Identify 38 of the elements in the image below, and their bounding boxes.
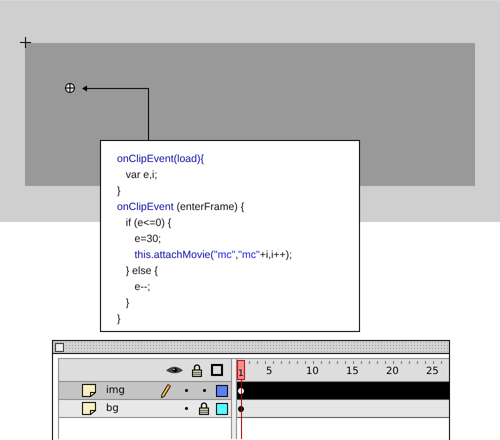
layer-name: img [106,385,126,396]
lock-dot[interactable] [202,389,206,392]
frame-number: 5 [266,366,272,378]
frame-number: 15 [346,366,359,378]
playhead-line [241,380,242,439]
code-line: onClipEvent(load){ [117,152,204,167]
code-line: e--; [134,280,150,295]
code-line: e=30; [134,232,162,247]
frame-number: 20 [386,366,399,378]
lock-icon[interactable] [199,402,209,415]
layer-icon [82,402,96,415]
frame-number: 25 [426,366,439,378]
layer-row[interactable]: img [59,382,231,400]
code-line: onClipEvent (enterFrame) { [117,200,244,215]
layer-icon [82,384,96,397]
code-line: } [117,312,121,327]
code-line: this.attachMovie("mc","mc"+i,i++); [134,248,292,263]
outline-swatch[interactable] [216,402,228,414]
outline-icon[interactable] [211,364,223,376]
frame-ruler[interactable]: 1 5 10 15 20 25 [237,359,449,382]
lock-icon[interactable] [192,364,202,376]
frame-row[interactable] [237,400,449,418]
code-line: } [124,296,130,311]
visibility-dot[interactable] [184,389,188,392]
layer-name: bg [106,403,120,414]
code-line: } else { [124,264,158,279]
crosshair-icon [20,37,31,48]
code-line: if (e<=0) { [124,216,172,231]
frame-number: 10 [306,366,319,378]
eye-icon[interactable] [166,366,183,374]
code-line: } [117,184,121,199]
layer-row[interactable]: bg [59,400,231,418]
code-line: var e,i; [124,168,158,183]
current-frame-marker: 1 [237,360,245,380]
pencil-icon [161,384,171,398]
close-box[interactable] [55,343,64,352]
outline-swatch[interactable] [216,384,228,396]
visibility-dot[interactable] [184,407,188,410]
